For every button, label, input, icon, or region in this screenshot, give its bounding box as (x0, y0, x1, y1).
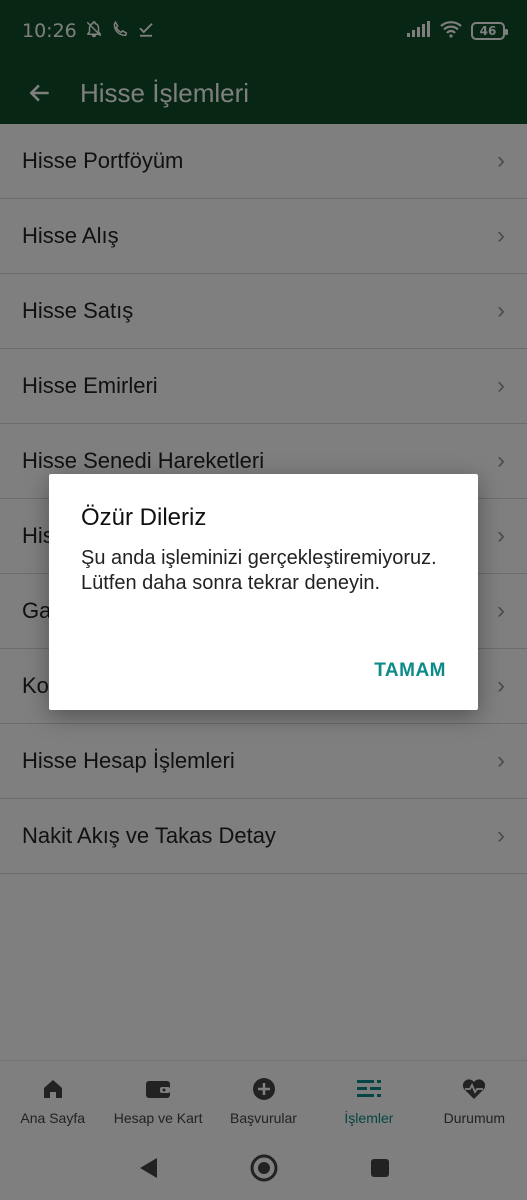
error-dialog: Özür Dileriz Şu anda işleminizi gerçekle… (49, 474, 478, 710)
ok-button[interactable]: TAMAM (374, 660, 446, 682)
dialog-title: Özür Dileriz (81, 504, 207, 531)
dialog-message: Şu anda işleminizi gerçekleştiremiyoruz.… (81, 547, 437, 594)
